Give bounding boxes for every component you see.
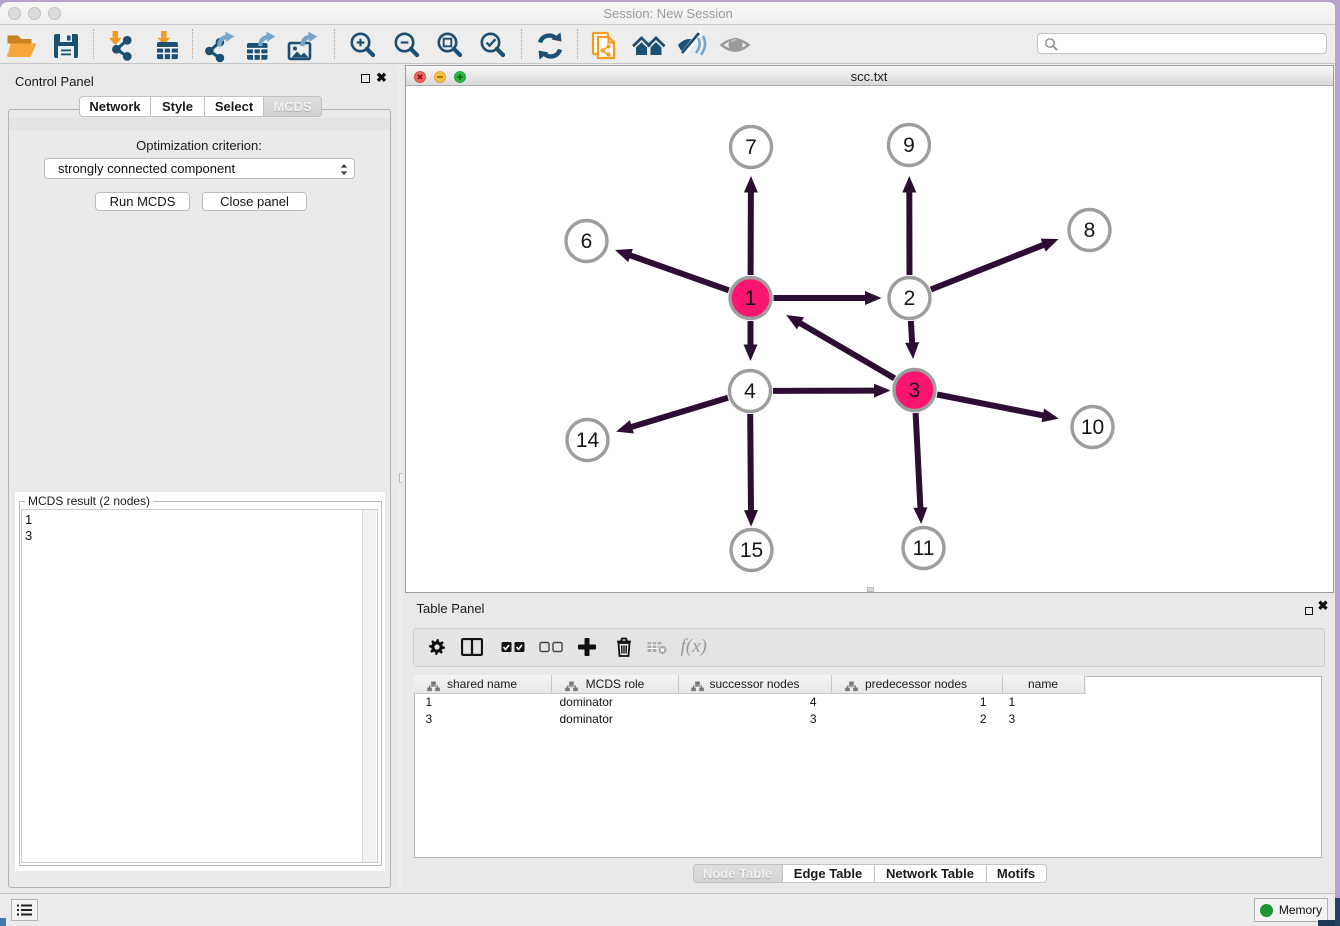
svg-text:7: 7: [745, 136, 757, 159]
svg-text:3: 3: [908, 379, 920, 402]
svg-text:6: 6: [580, 230, 592, 253]
svg-text:4: 4: [744, 380, 756, 403]
svg-text:11: 11: [912, 537, 934, 560]
svg-text:1: 1: [744, 287, 756, 310]
svg-text:8: 8: [1083, 219, 1095, 242]
svg-text:15: 15: [739, 539, 762, 562]
svg-text:14: 14: [575, 429, 599, 452]
svg-text:10: 10: [1080, 416, 1103, 439]
svg-text:9: 9: [903, 134, 915, 157]
svg-text:2: 2: [903, 287, 915, 310]
